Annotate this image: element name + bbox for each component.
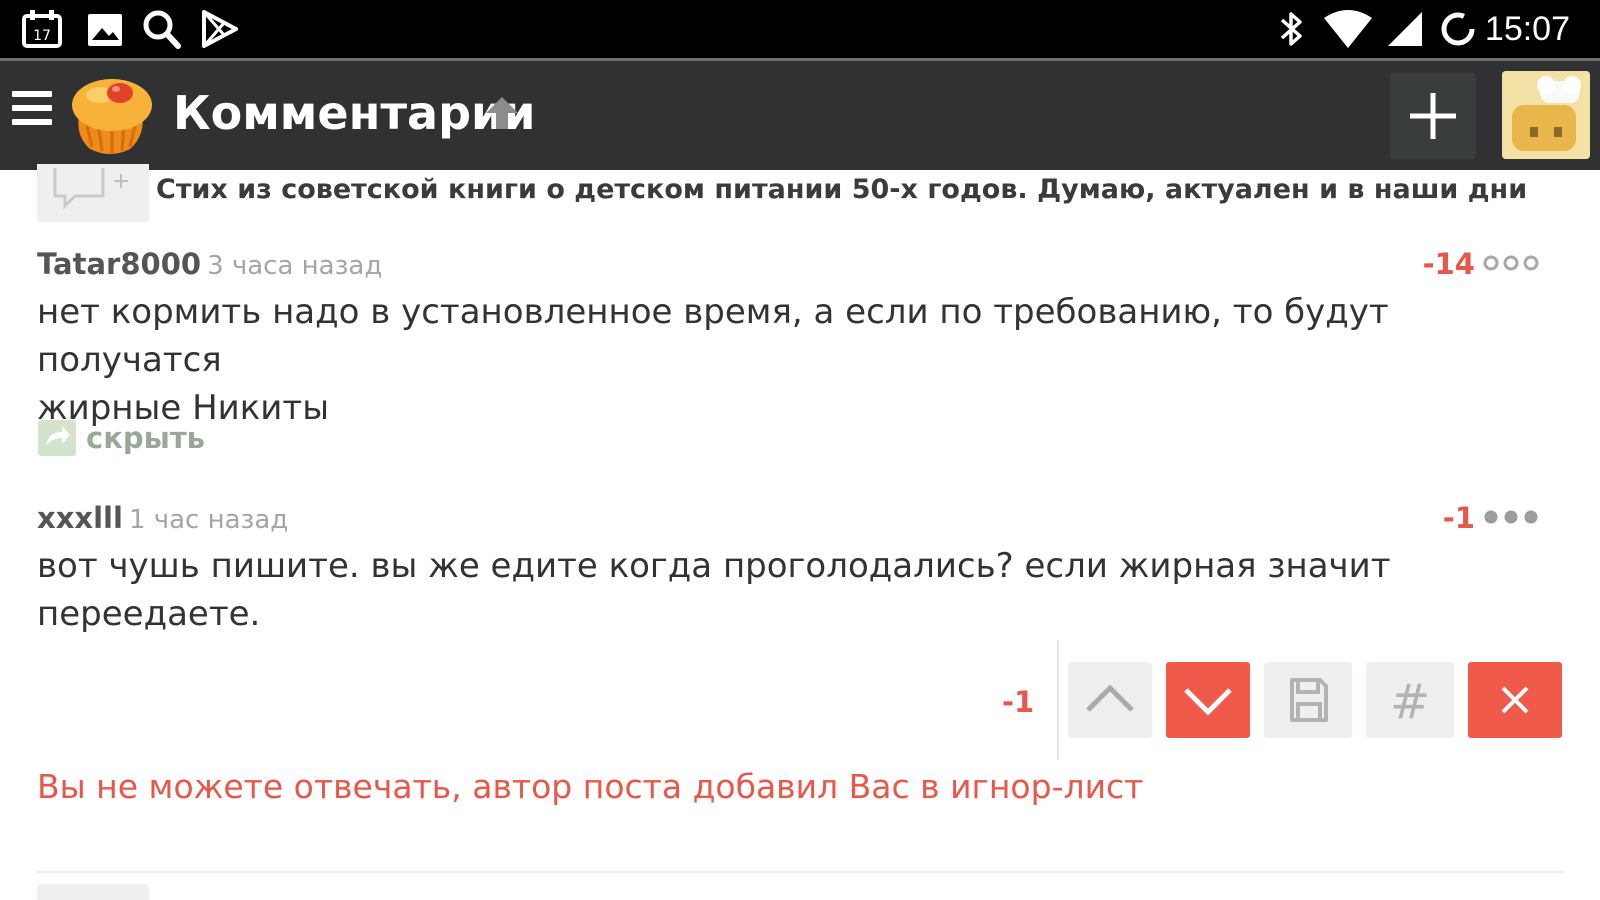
hide-label: скрыть xyxy=(86,421,206,455)
comment-author[interactable]: Tatar8000 xyxy=(37,247,201,281)
close-button[interactable] xyxy=(1468,662,1562,738)
menu-icon[interactable] xyxy=(12,91,52,131)
comment-text-line: нет кормить надо в установленное время, … xyxy=(37,292,1389,380)
status-bar: 17 15:07 xyxy=(0,0,1600,58)
cellular-signal-icon xyxy=(1384,8,1428,50)
add-comment-glyph: + xyxy=(112,169,130,194)
post-title[interactable]: Стих из советской книги о детском питани… xyxy=(156,170,1527,210)
link-button[interactable]: # xyxy=(1366,662,1454,738)
play-store-icon xyxy=(198,8,242,50)
comment-text: вот чушь пишите. вы же едите когда прого… xyxy=(37,546,1391,634)
comment-author[interactable]: xxxlll xyxy=(37,501,123,535)
sync-icon xyxy=(1436,8,1480,50)
reply-blocked-notice: Вы не можете отвечать, автор поста добав… xyxy=(37,767,1144,806)
comment-time: 1 час назад xyxy=(128,505,289,535)
hash-glyph: # xyxy=(1390,674,1430,730)
add-comment-button[interactable]: + xyxy=(37,164,149,222)
vote-rating: -1 xyxy=(1002,685,1035,719)
divider xyxy=(1057,640,1059,760)
comment-header: Tatar8000 3 часа назад -14 xyxy=(37,244,1557,284)
add-icon xyxy=(1410,93,1456,139)
comment-header: xxxlll 1 час назад -1 xyxy=(37,498,1557,538)
hash-icon: # xyxy=(1390,674,1430,730)
comment: xxxlll 1 час назад -1 вот чушь пишите. вы… xyxy=(37,498,1557,638)
chevron-up-icon xyxy=(1086,684,1134,712)
comment-rating: -14 xyxy=(1422,247,1475,281)
upvote-button[interactable] xyxy=(1068,662,1152,738)
calendar-notification-icon: 17 xyxy=(20,8,64,50)
save-button[interactable] xyxy=(1264,662,1352,738)
clock: 15:07 xyxy=(1484,10,1570,48)
chevron-down-icon xyxy=(1184,688,1232,716)
close-icon xyxy=(1501,686,1529,714)
scroll-up-icon[interactable] xyxy=(482,95,522,131)
comment: Tatar8000 3 часа назад -14 нет кормить на… xyxy=(37,244,1557,432)
post-header: + Стих из советской книги о детском пита… xyxy=(0,164,1600,230)
downvote-button[interactable] xyxy=(1166,662,1250,738)
comment-text-line: жирные Никиты xyxy=(37,388,330,428)
user-avatar[interactable] xyxy=(1502,71,1590,159)
bluetooth-icon xyxy=(1270,8,1314,50)
calendar-day: 17 xyxy=(33,28,51,44)
comment-text: нет кормить надо в установленное время, … xyxy=(37,288,1557,432)
hide-icon xyxy=(38,420,76,456)
comment-rating: -1 xyxy=(1442,501,1475,535)
app-bar: Комментарии xyxy=(0,58,1600,170)
floppy-disk-icon xyxy=(1290,678,1328,722)
next-comment-box xyxy=(37,884,149,900)
app-logo[interactable] xyxy=(66,73,154,157)
gallery-icon xyxy=(84,8,128,50)
more-options-icon[interactable] xyxy=(1483,248,1539,278)
divider xyxy=(37,871,1564,873)
more-options-icon[interactable] xyxy=(1483,502,1539,532)
wifi-icon xyxy=(1322,8,1374,50)
add-post-button[interactable] xyxy=(1390,73,1476,159)
comment-time: 3 часа назад xyxy=(207,251,383,281)
search-icon xyxy=(140,8,184,50)
comment-icon: + xyxy=(53,168,130,210)
